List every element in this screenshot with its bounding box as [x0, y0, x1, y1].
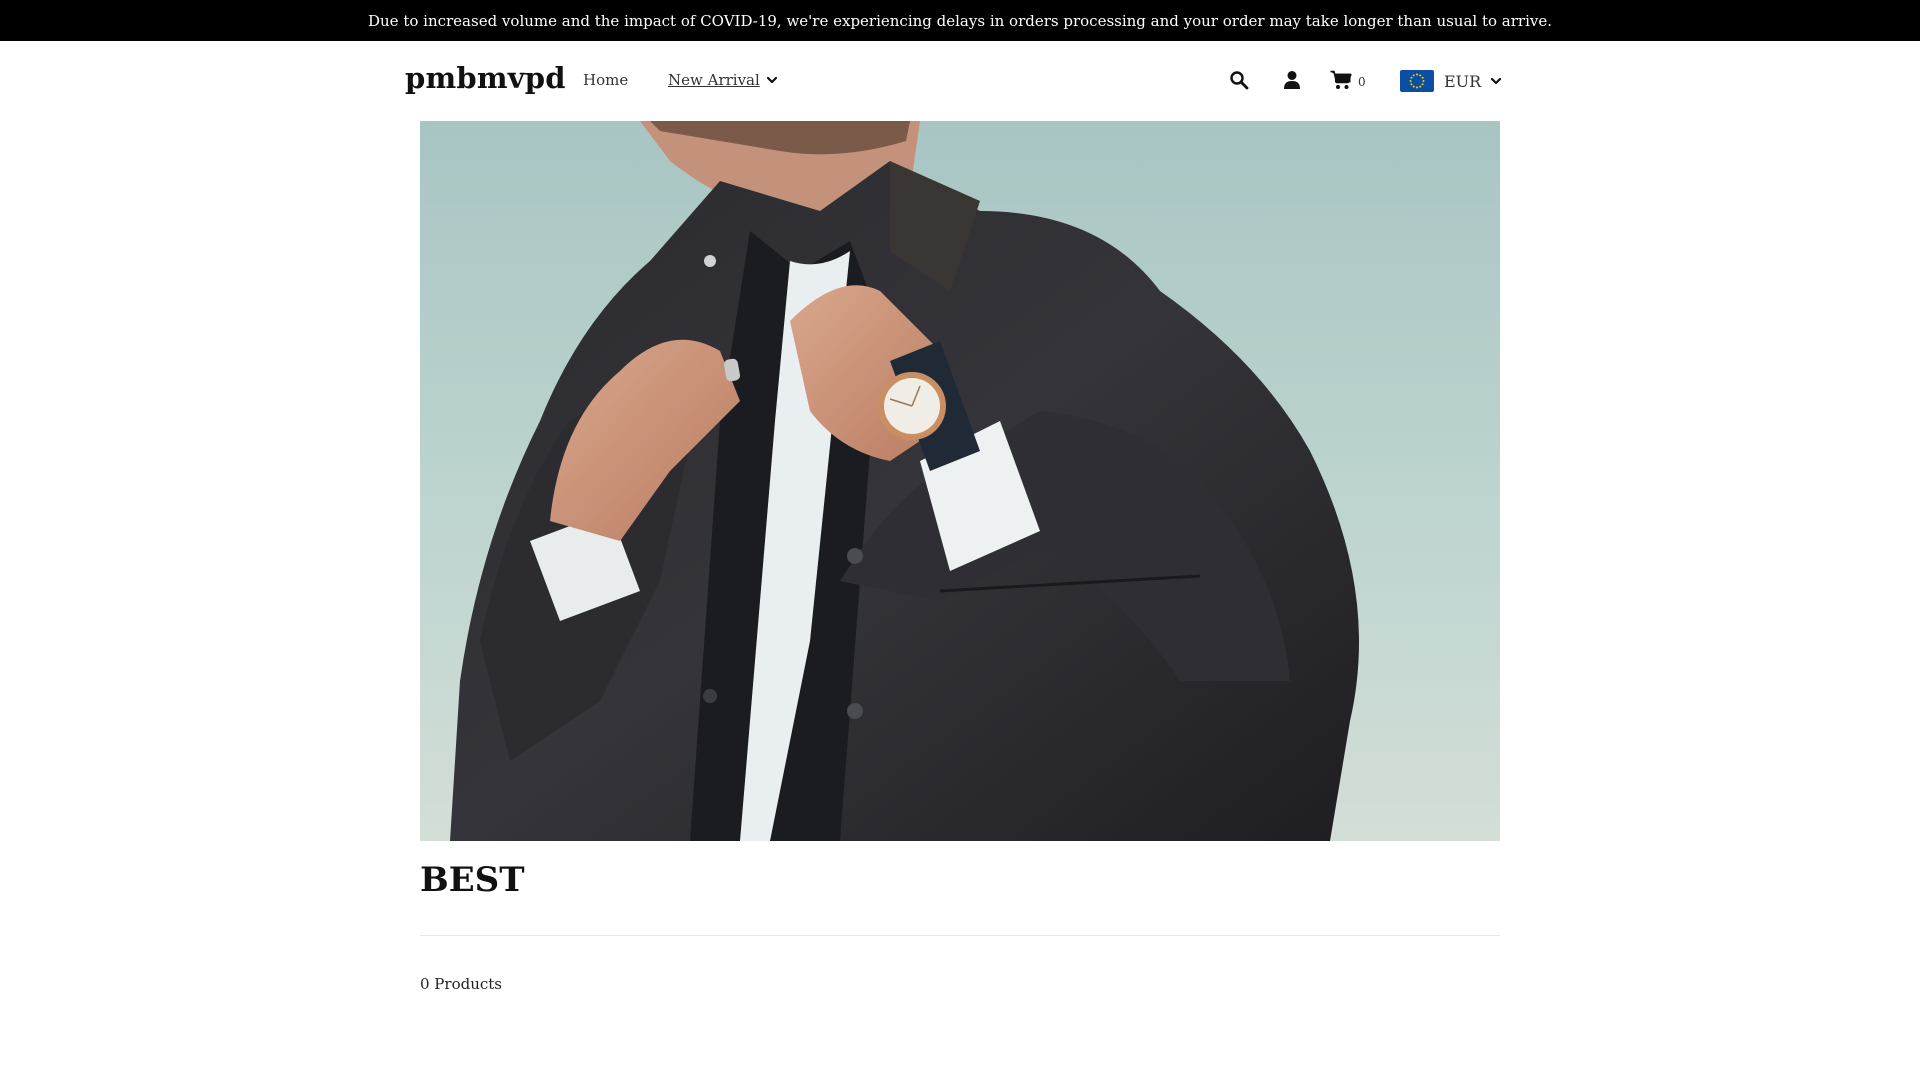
announcement-bar: Due to increased volume and the impact o… — [0, 0, 1920, 41]
hero-photo — [420, 121, 1500, 841]
search-icon — [1230, 71, 1249, 90]
section-divider — [420, 935, 1500, 936]
cart-icon — [1330, 70, 1352, 89]
account-button[interactable] — [1279, 67, 1305, 93]
announcement-text: Due to increased volume and the impact o… — [367, 11, 1552, 30]
eu-flag-icon — [1400, 70, 1434, 92]
cart-count-badge: 0 — [1358, 75, 1366, 89]
nav-new-arrival-link[interactable]: New Arrival — [668, 71, 778, 89]
currency-selector[interactable]: EUR — [1400, 68, 1502, 94]
user-icon — [1284, 71, 1300, 89]
product-count: 0 Products — [420, 975, 502, 993]
chevron-down-icon — [1491, 77, 1502, 85]
currency-label: EUR — [1444, 71, 1482, 91]
chevron-down-icon — [766, 76, 777, 84]
nav-home-link[interactable]: Home — [583, 71, 628, 89]
search-button[interactable] — [1226, 67, 1252, 93]
collection-hero-image — [420, 121, 1500, 841]
site-header: pmbmvpd Home New Arrival 0 EUR — [0, 41, 1920, 121]
collection-title: BEST — [420, 860, 525, 900]
store-logo[interactable]: pmbmvpd — [405, 61, 566, 95]
cart-button[interactable]: 0 — [1330, 67, 1370, 93]
nav-new-arrival-label: New Arrival — [668, 71, 760, 89]
